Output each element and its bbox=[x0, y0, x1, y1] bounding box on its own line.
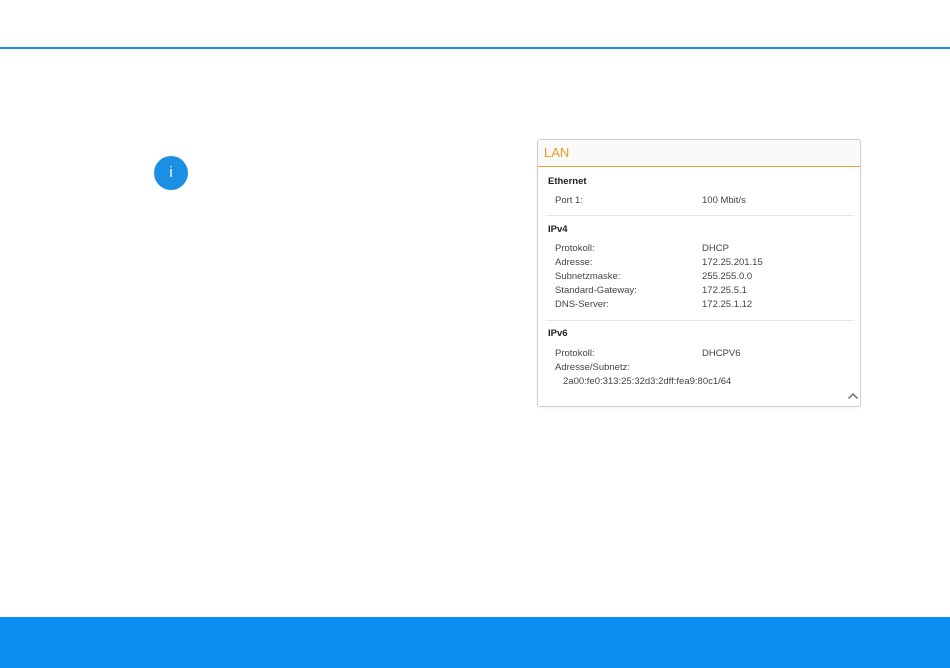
ipv4-subnet-value: 255.255.0.0 bbox=[702, 271, 753, 282]
ipv6-protocol-label: Protokoll: bbox=[555, 348, 595, 359]
ipv6-address-label: Adresse/Subnetz: bbox=[555, 362, 630, 373]
ipv4-protocol-label: Protokoll: bbox=[555, 243, 595, 254]
ipv4-section-title: IPv4 bbox=[548, 224, 568, 235]
ipv4-dns-value: 172.25.1.12 bbox=[702, 299, 753, 310]
ethernet-section-title: Ethernet bbox=[548, 176, 587, 187]
ipv4-subnet-label: Subnetzmaske: bbox=[555, 271, 621, 282]
ipv4-address-value: 172.25.201.15 bbox=[702, 257, 763, 268]
ipv4-protocol-value: DHCP bbox=[702, 243, 729, 254]
ethernet-port-label: Port 1: bbox=[555, 195, 583, 206]
ipv6-protocol-value: DHCPV6 bbox=[702, 348, 741, 359]
lan-panel-title: LAN bbox=[544, 145, 570, 160]
lan-panel-header: LAN bbox=[538, 140, 860, 167]
ethernet-port-value: 100 Mbit/s bbox=[702, 195, 746, 206]
ipv4-address-label: Adresse: bbox=[555, 257, 593, 268]
top-divider bbox=[0, 47, 950, 49]
ipv4-dns-label: DNS-Server: bbox=[555, 299, 609, 310]
lan-status-panel: LAN Ethernet Port 1: 100 Mbit/s IPv4 Pro… bbox=[537, 139, 861, 407]
chevron-up-icon-graphic bbox=[848, 393, 858, 399]
ipv6-address-value: 2a00:fe0:313:25:32d3:2dff:fea9:80c1/64 bbox=[563, 376, 732, 387]
section-divider bbox=[546, 320, 854, 321]
ipv4-gateway-value: 172.25.5.1 bbox=[702, 285, 747, 296]
ipv4-gateway-label: Standard-Gateway: bbox=[555, 285, 637, 296]
info-icon: i bbox=[154, 156, 188, 190]
footer-bar bbox=[0, 617, 950, 668]
ipv6-section-title: IPv6 bbox=[548, 328, 568, 339]
chevron-up-icon[interactable] bbox=[847, 391, 859, 401]
section-divider bbox=[546, 215, 854, 216]
